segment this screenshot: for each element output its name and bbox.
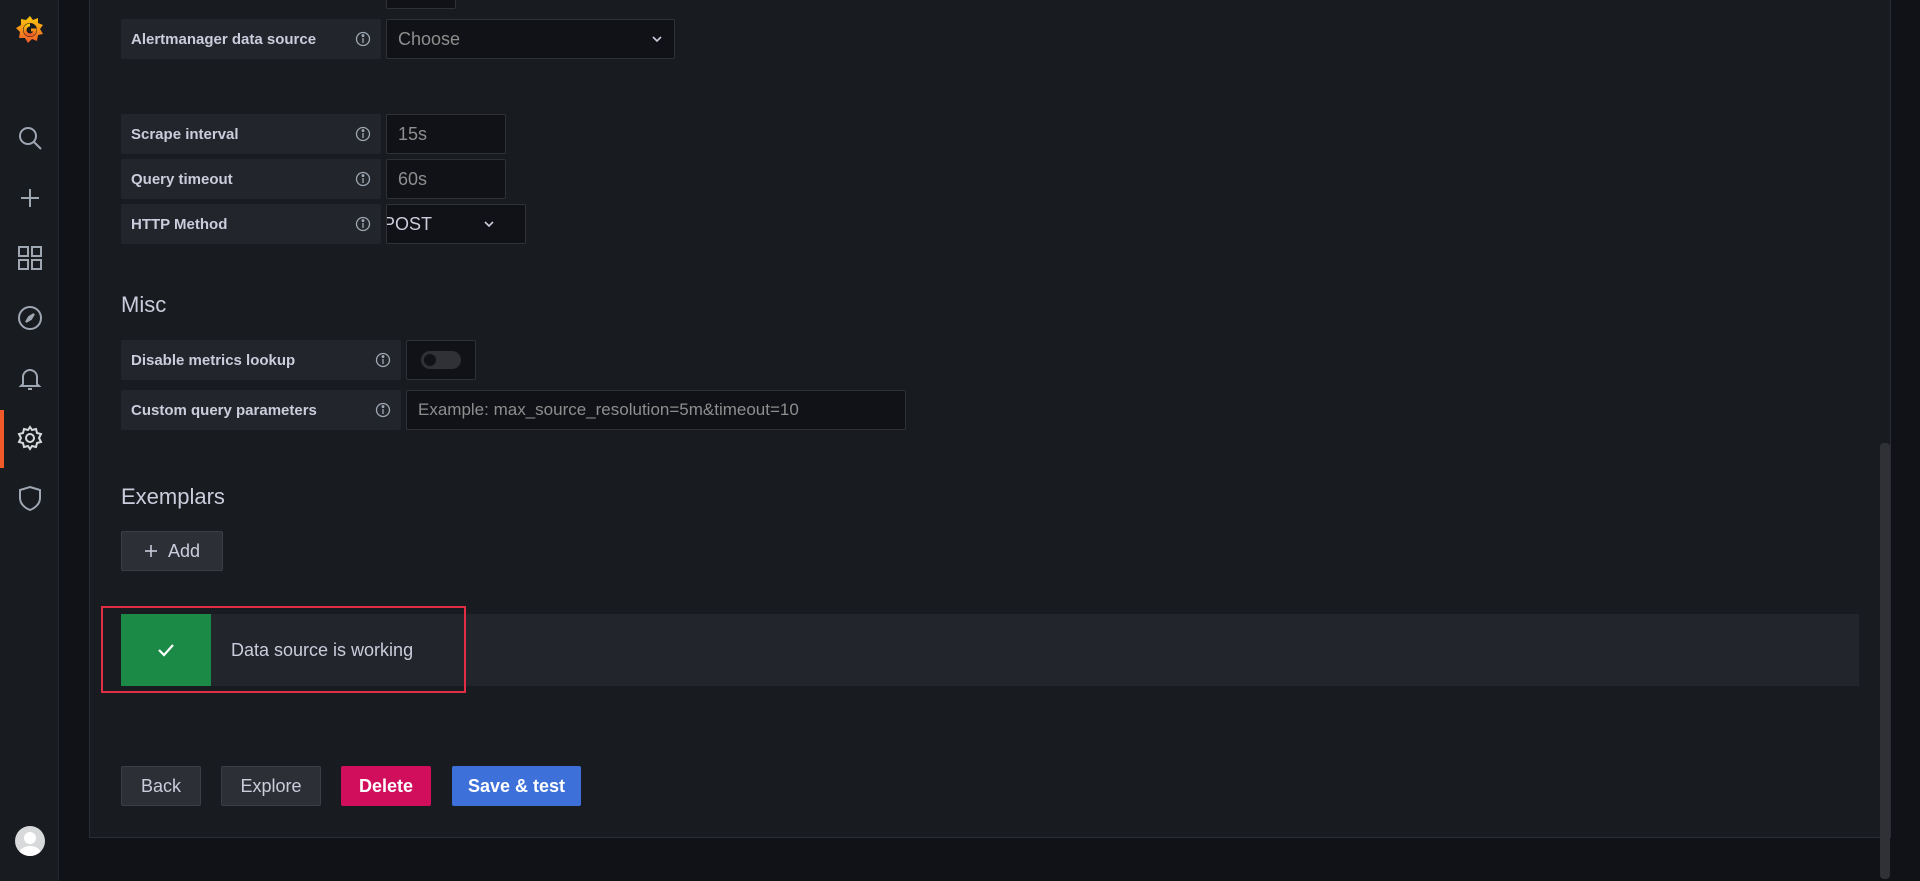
custom-query-input[interactable]: Example: max_source_resolution=5m&timeou… <box>406 390 906 430</box>
query-timeout-label: Query timeout <box>121 159 381 199</box>
explore-button[interactable]: Explore <box>221 766 321 806</box>
info-icon[interactable] <box>355 216 371 232</box>
back-button[interactable]: Back <box>121 766 201 806</box>
shield-icon[interactable] <box>14 482 46 514</box>
alertmanager-label: Alertmanager data source <box>121 19 381 59</box>
info-icon[interactable] <box>355 31 371 47</box>
info-icon[interactable] <box>355 171 371 187</box>
toggle-track <box>421 351 461 369</box>
plus-icon[interactable] <box>14 182 46 214</box>
info-icon[interactable] <box>375 402 391 418</box>
exemplars-section-title: Exemplars <box>121 484 225 509</box>
disable-metrics-toggle[interactable] <box>406 340 476 380</box>
scrape-interval-input[interactable]: 15s <box>386 114 506 154</box>
scrollbar[interactable] <box>1880 443 1890 879</box>
http-method-label: HTTP Method <box>121 204 381 244</box>
dashboards-icon[interactable] <box>14 242 46 274</box>
info-icon[interactable] <box>375 352 391 368</box>
sidebar-active-indicator <box>0 410 4 468</box>
sidebar <box>0 0 59 881</box>
chevron-down-icon <box>652 36 662 43</box>
highlight-box <box>101 606 466 693</box>
http-method-select[interactable]: POST <box>386 204 526 244</box>
scrape-interval-label: Scrape interval <box>121 114 381 154</box>
add-exemplar-button[interactable]: Add <box>121 531 223 571</box>
gear-icon[interactable] <box>14 422 46 454</box>
alertmanager-select[interactable]: Choose <box>386 19 675 59</box>
custom-query-label: Custom query parameters <box>121 390 401 430</box>
plus-icon <box>144 545 157 557</box>
query-timeout-input[interactable]: 60s <box>386 159 506 199</box>
save-test-button[interactable]: Save & test <box>452 766 581 806</box>
disable-metrics-label: Disable metrics lookup <box>121 340 401 380</box>
compass-icon[interactable] <box>14 302 46 334</box>
chevron-down-icon <box>484 221 494 228</box>
info-icon[interactable] <box>355 126 371 142</box>
avatar[interactable] <box>15 826 45 856</box>
delete-button[interactable]: Delete <box>341 766 431 806</box>
toggle-knob <box>424 354 436 366</box>
bell-icon[interactable] <box>14 362 46 394</box>
misc-section-title: Misc <box>121 292 167 317</box>
clipped-input[interactable] <box>386 0 456 9</box>
search-icon[interactable] <box>14 122 46 154</box>
grafana-logo-icon[interactable] <box>13 13 47 47</box>
